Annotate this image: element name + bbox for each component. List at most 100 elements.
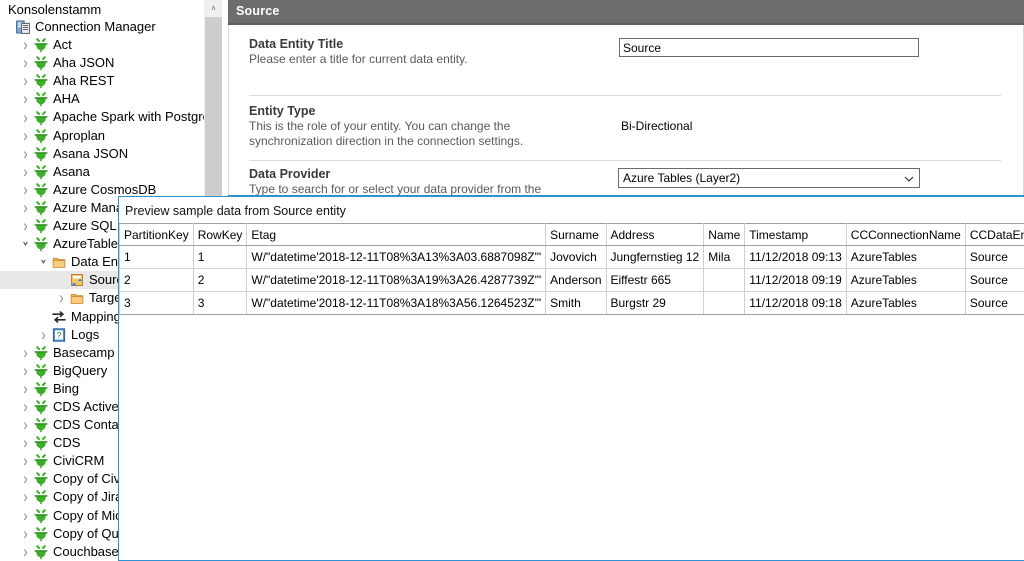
plug-icon [33,471,49,487]
table-cell[interactable]: 3 [192,291,248,315]
column-header[interactable]: Address [605,223,705,246]
source-entity-icon [69,272,85,288]
plug-icon [33,435,49,451]
data-entity-title-control[interactable] [619,38,919,57]
chevron-right-icon[interactable]: › [36,323,51,346]
data-provider-selected-value: Azure Tables (Layer2) [623,171,741,185]
plug-icon [33,146,49,162]
detail-panel-header: Source [228,0,1024,25]
tree-item-apache-spark-with-postgresql[interactable]: › Apache Spark with PostgreSQL [0,108,222,127]
table-cell[interactable]: 2 [119,268,194,292]
table-cell[interactable] [703,268,746,292]
tree-item-aha[interactable]: › AHA [0,89,222,108]
column-header[interactable]: Surname [545,223,607,246]
table-cell[interactable]: Smith [545,291,607,315]
plug-icon [33,381,49,397]
table-cell[interactable] [703,291,746,315]
chevron-placeholder [0,16,15,39]
tree-item-label: Apache Spark with PostgreSQL [53,109,222,125]
data-provider-combobox[interactable]: Azure Tables (Layer2) [618,168,920,188]
tree-item-aproplan[interactable]: › Aproplan [0,126,222,145]
plug-icon [33,73,49,89]
plug-icon [33,417,49,433]
tree-item-label: CiviCRM [53,453,105,469]
table-cell[interactable]: 1 [119,245,194,269]
table-cell[interactable]: 11/12/2018 09:13 [744,245,847,269]
plug-icon [33,37,49,53]
table-row[interactable]: 3 3 W/"datetime'2018-12-11T08%3A18%3A56.12… [119,291,1024,315]
preview-sample-data-popup: Preview sample data from Source entity P… [118,196,1024,561]
column-header[interactable]: CCConnectionName [845,223,966,246]
table-cell[interactable]: Eiffestr 665 [605,268,705,292]
preview-popup-title: Preview sample data from Source entity [125,204,346,218]
tree-item-aha-json[interactable]: › Aha JSON [0,53,222,72]
table-row[interactable]: 1 1 W/"datetime'2018-12-11T08%3A13%3A03.68… [119,245,1024,269]
table-cell[interactable]: 3 [119,291,194,315]
page-title: Source [236,4,280,18]
tree-item-asana-json[interactable]: › Asana JSON [0,144,222,163]
table-cell[interactable]: Source [964,268,1024,292]
table-cell[interactable]: 11/12/2018 09:18 [744,291,847,315]
table-row[interactable]: 2 2 W/"datetime'2018-12-11T08%3A19%3A26.42… [119,268,1024,292]
plug-icon [33,363,49,379]
plug-icon [33,55,49,71]
tree-item-label: Logs [71,326,100,342]
data-provider-control[interactable]: Azure Tables (Layer2) [618,168,920,188]
table-cell[interactable]: 1 [192,245,248,269]
table-cell[interactable]: AzureTables [845,245,966,269]
table-header-row: PartitionKey RowKey Etag Surname Address Name… [119,223,1024,246]
tree-item-label: Bing [53,380,80,396]
scrollbar-thumb[interactable] [205,17,222,201]
tree-item-act[interactable]: › Act [0,35,222,54]
preview-grid-empty-area [119,315,1024,560]
table-cell[interactable]: Source [964,291,1024,315]
tree-item-connection-manager[interactable]: Connection Manager [0,18,222,36]
table-cell[interactable]: Mila [703,245,746,269]
table-cell[interactable]: AzureTables [845,291,966,315]
column-header[interactable]: RowKey [192,223,248,246]
chevron-down-icon[interactable] [904,173,914,182]
table-cell[interactable]: Jungfernstieg 12 [605,245,705,269]
table-cell[interactable]: Burgstr 29 [605,291,705,315]
plug-icon [33,200,49,216]
plug-icon [33,182,49,198]
tree-item-aha-rest[interactable]: › Aha REST [0,71,222,90]
tree-root-label: Konsolenstamm [8,2,102,17]
chevron-right-icon[interactable]: › [18,541,33,561]
preview-table[interactable]: PartitionKey RowKey Etag Surname Address Name… [119,223,1024,315]
chevron-right-icon[interactable]: › [54,287,69,310]
table-cell[interactable]: Source [964,245,1024,269]
tree-item-label: Asana JSON [53,145,129,161]
table-cell[interactable]: 2 [192,268,248,292]
plug-icon [33,508,49,524]
svg-text:?: ? [57,331,62,340]
detail-panel-body: Data Entity Title Please enter a title f… [228,25,1024,196]
tree-item-asana[interactable]: › Asana [0,162,222,181]
tree-item-label: CDS [53,435,81,451]
table-cell[interactable]: 11/12/2018 09:19 [744,268,847,292]
preview-data-grid[interactable]: PartitionKey RowKey Etag Surname Address Name… [119,223,1024,315]
scroll-up-arrow-icon[interactable]: ˄ [205,0,222,17]
table-cell[interactable]: W/"datetime'2018-12-11T08%3A18%3A56.1264… [246,291,547,315]
table-cell[interactable]: AzureTables [845,268,966,292]
table-cell[interactable]: Jovovich [545,245,607,269]
tree-item-label: Couchbase [53,543,119,559]
column-header[interactable]: Timestamp [744,223,847,246]
column-header[interactable]: Etag [246,223,547,246]
tree-vertical-scrollbar[interactable]: ˄ [204,0,222,228]
tree-item-label: Copy of Jira [53,489,123,505]
tree-item-label: Aha JSON [53,55,115,71]
connection-manager-icon [15,19,31,35]
column-header[interactable]: CCDataEntity [964,223,1024,246]
column-header[interactable]: Name [703,223,746,246]
table-cell[interactable]: W/"datetime'2018-12-11T08%3A13%3A03.6887… [246,245,547,269]
folder-icon [69,290,85,306]
plug-icon [33,164,49,180]
data-entity-title-input[interactable] [619,38,919,57]
tree-item-label: Connection Manager [35,19,156,34]
table-cell[interactable]: W/"datetime'2018-12-11T08%3A19%3A26.4287… [246,268,547,292]
table-cell[interactable]: Anderson [545,268,607,292]
plug-icon [33,399,49,415]
column-header[interactable]: PartitionKey [119,223,194,246]
field-divider [249,95,1001,96]
